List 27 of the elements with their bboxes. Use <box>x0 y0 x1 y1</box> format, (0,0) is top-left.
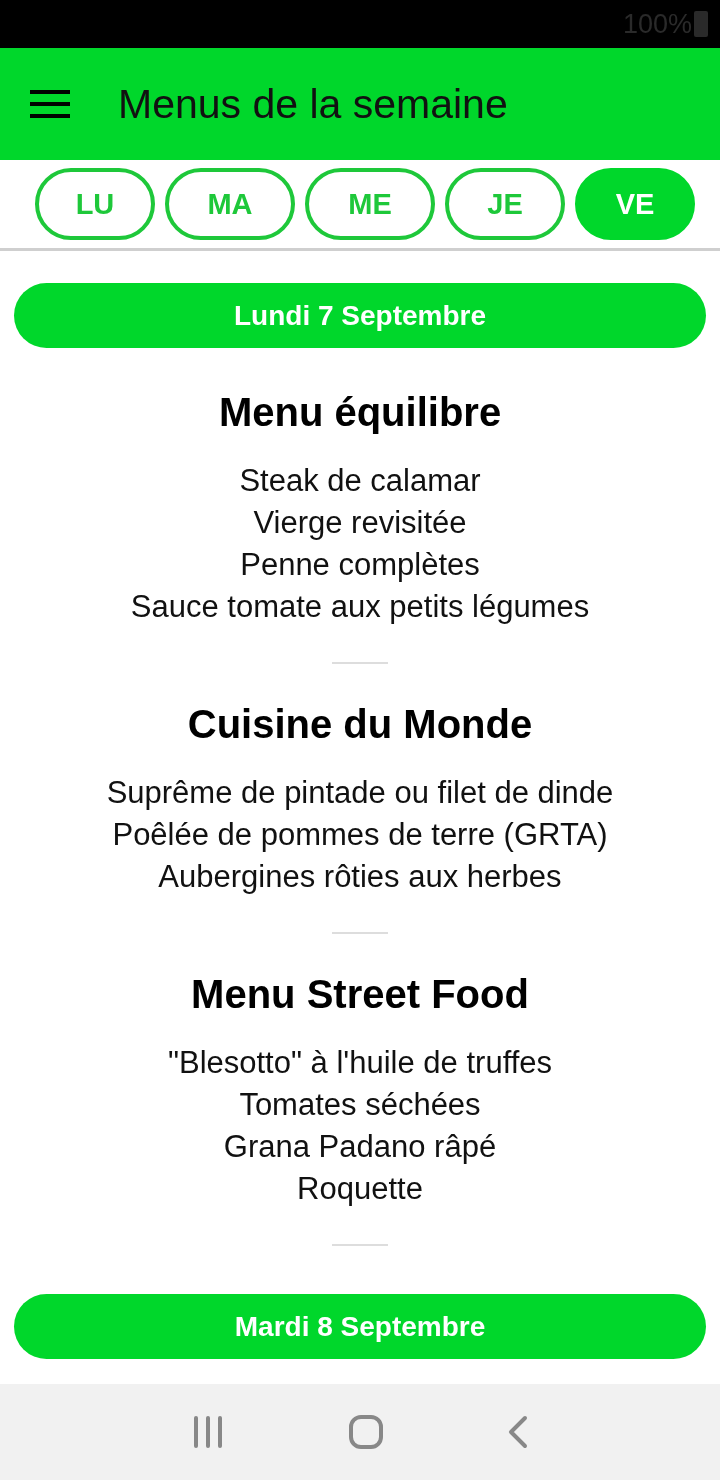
dish-text: Poêlée de pommes de terre (GRTA) <box>112 816 608 854</box>
date-header: Lundi 7 Septembre <box>14 283 706 348</box>
dish-text: Sauce tomate aux petits légumes <box>130 588 590 626</box>
battery-icon <box>694 11 708 37</box>
dish-text: Steak de calamar <box>239 462 481 500</box>
dish-text: Grana Padano râpé <box>223 1128 497 1166</box>
day-tab[interactable]: ME <box>305 168 435 240</box>
dish-text: Vierge revisitée <box>253 504 467 542</box>
day-tab[interactable]: LU <box>35 168 155 240</box>
back-icon[interactable] <box>507 1415 528 1449</box>
day-tab[interactable]: JE <box>445 168 565 240</box>
home-icon[interactable] <box>349 1415 383 1449</box>
recent-apps-icon[interactable] <box>192 1415 225 1449</box>
dish-text: "Blesotto" à l'huile de truffes <box>167 1044 553 1082</box>
menu-title: Cuisine du Monde <box>187 701 533 748</box>
menu-title: Menu équilibre <box>218 389 502 436</box>
dish-text: Roquette <box>297 1170 423 1208</box>
menu-title: Menu Street Food <box>191 971 529 1018</box>
dish-text: Suprême de pintade ou filet de dinde <box>106 774 614 812</box>
dish-text: Aubergines rôties aux herbes <box>158 858 562 896</box>
menu-icon[interactable] <box>30 90 70 118</box>
day-tab[interactable]: VE <box>575 168 695 240</box>
app-title: Menus de la semaine <box>118 80 508 128</box>
dish-text: Penne complètes <box>240 546 480 584</box>
dish-text: Tomates séchées <box>239 1086 481 1124</box>
day-tab[interactable]: MA <box>165 168 295 240</box>
date-header: Mardi 8 Septembre <box>14 1294 706 1359</box>
